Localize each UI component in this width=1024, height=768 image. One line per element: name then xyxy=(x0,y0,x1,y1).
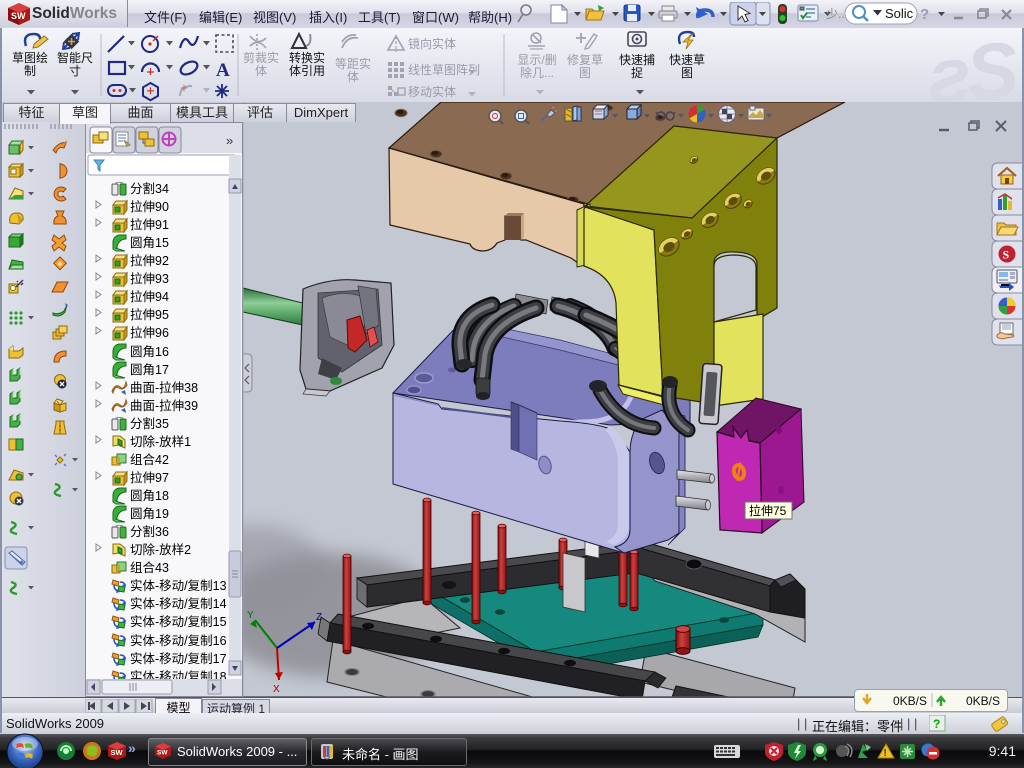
svg-text:Solic: Solic xyxy=(885,6,914,21)
svg-text:»: » xyxy=(128,741,136,756)
svg-text:圆角18: 圆角18 xyxy=(130,489,169,503)
svg-text:拉伸95: 拉伸95 xyxy=(130,307,169,322)
svg-text:拉伸90: 拉伸90 xyxy=(130,199,169,214)
svg-text:实体-移动/复制14: 实体-移动/复制14 xyxy=(130,596,227,611)
svg-text:0KB/S: 0KB/S xyxy=(966,694,1000,708)
svg-text:S: S xyxy=(1003,248,1010,262)
svg-text:分割35: 分割35 xyxy=(130,416,169,431)
svg-text:拉伸75: 拉伸75 xyxy=(749,503,787,518)
svg-text:切除-放样2: 切除-放样2 xyxy=(130,542,191,557)
svg-text:»: » xyxy=(226,133,233,148)
svg-text:曲面-拉伸39: 曲面-拉伸39 xyxy=(130,398,198,413)
svg-text:SW: SW xyxy=(11,11,26,21)
svg-text:拉伸92: 拉伸92 xyxy=(130,253,169,268)
svg-text:拉伸97: 拉伸97 xyxy=(130,470,169,485)
svg-text:SolidWorks: SolidWorks xyxy=(32,5,117,22)
svg-text:SW: SW xyxy=(157,750,168,757)
svg-text:X: X xyxy=(273,684,280,695)
svg-text:分割34: 分割34 xyxy=(130,181,169,196)
svg-text:组合42: 组合42 xyxy=(130,452,169,467)
svg-text:Y: Y xyxy=(247,610,254,621)
svg-text:拉伸91: 拉伸91 xyxy=(130,217,169,232)
svg-text:分割36: 分割36 xyxy=(130,524,169,539)
svg-text:少..: 少.. xyxy=(826,7,845,21)
svg-text:A: A xyxy=(216,60,230,81)
svg-text:实体-移动/复制17: 实体-移动/复制17 xyxy=(130,651,227,666)
svg-text:?: ? xyxy=(920,6,929,23)
svg-text:0KB/S: 0KB/S xyxy=(893,694,927,708)
svg-text:拉伸96: 拉伸96 xyxy=(130,325,169,340)
svg-text:实体-移动/复制16: 实体-移动/复制16 xyxy=(130,633,227,648)
svg-text:SW: SW xyxy=(111,748,124,757)
svg-text:组合43: 组合43 xyxy=(130,560,169,575)
svg-text:拉伸93: 拉伸93 xyxy=(130,271,169,286)
svg-text:圆角17: 圆角17 xyxy=(130,363,169,377)
svg-text:实体-移动/复制15: 实体-移动/复制15 xyxy=(130,614,227,629)
svg-text:切除-放样1: 切除-放样1 xyxy=(130,434,191,449)
svg-text:Z: Z xyxy=(316,612,322,623)
svg-text:圆角15: 圆角15 xyxy=(130,236,169,250)
svg-text:圆角19: 圆角19 xyxy=(130,507,169,521)
svg-text:曲面-拉伸38: 曲面-拉伸38 xyxy=(130,380,198,395)
svg-text:!: ! xyxy=(884,748,887,759)
svg-text:拉伸94: 拉伸94 xyxy=(130,289,169,304)
svg-text:实体-移动/复制13: 实体-移动/复制13 xyxy=(130,578,227,593)
svg-text:?: ? xyxy=(933,717,940,731)
svg-text:圆角16: 圆角16 xyxy=(130,345,169,359)
